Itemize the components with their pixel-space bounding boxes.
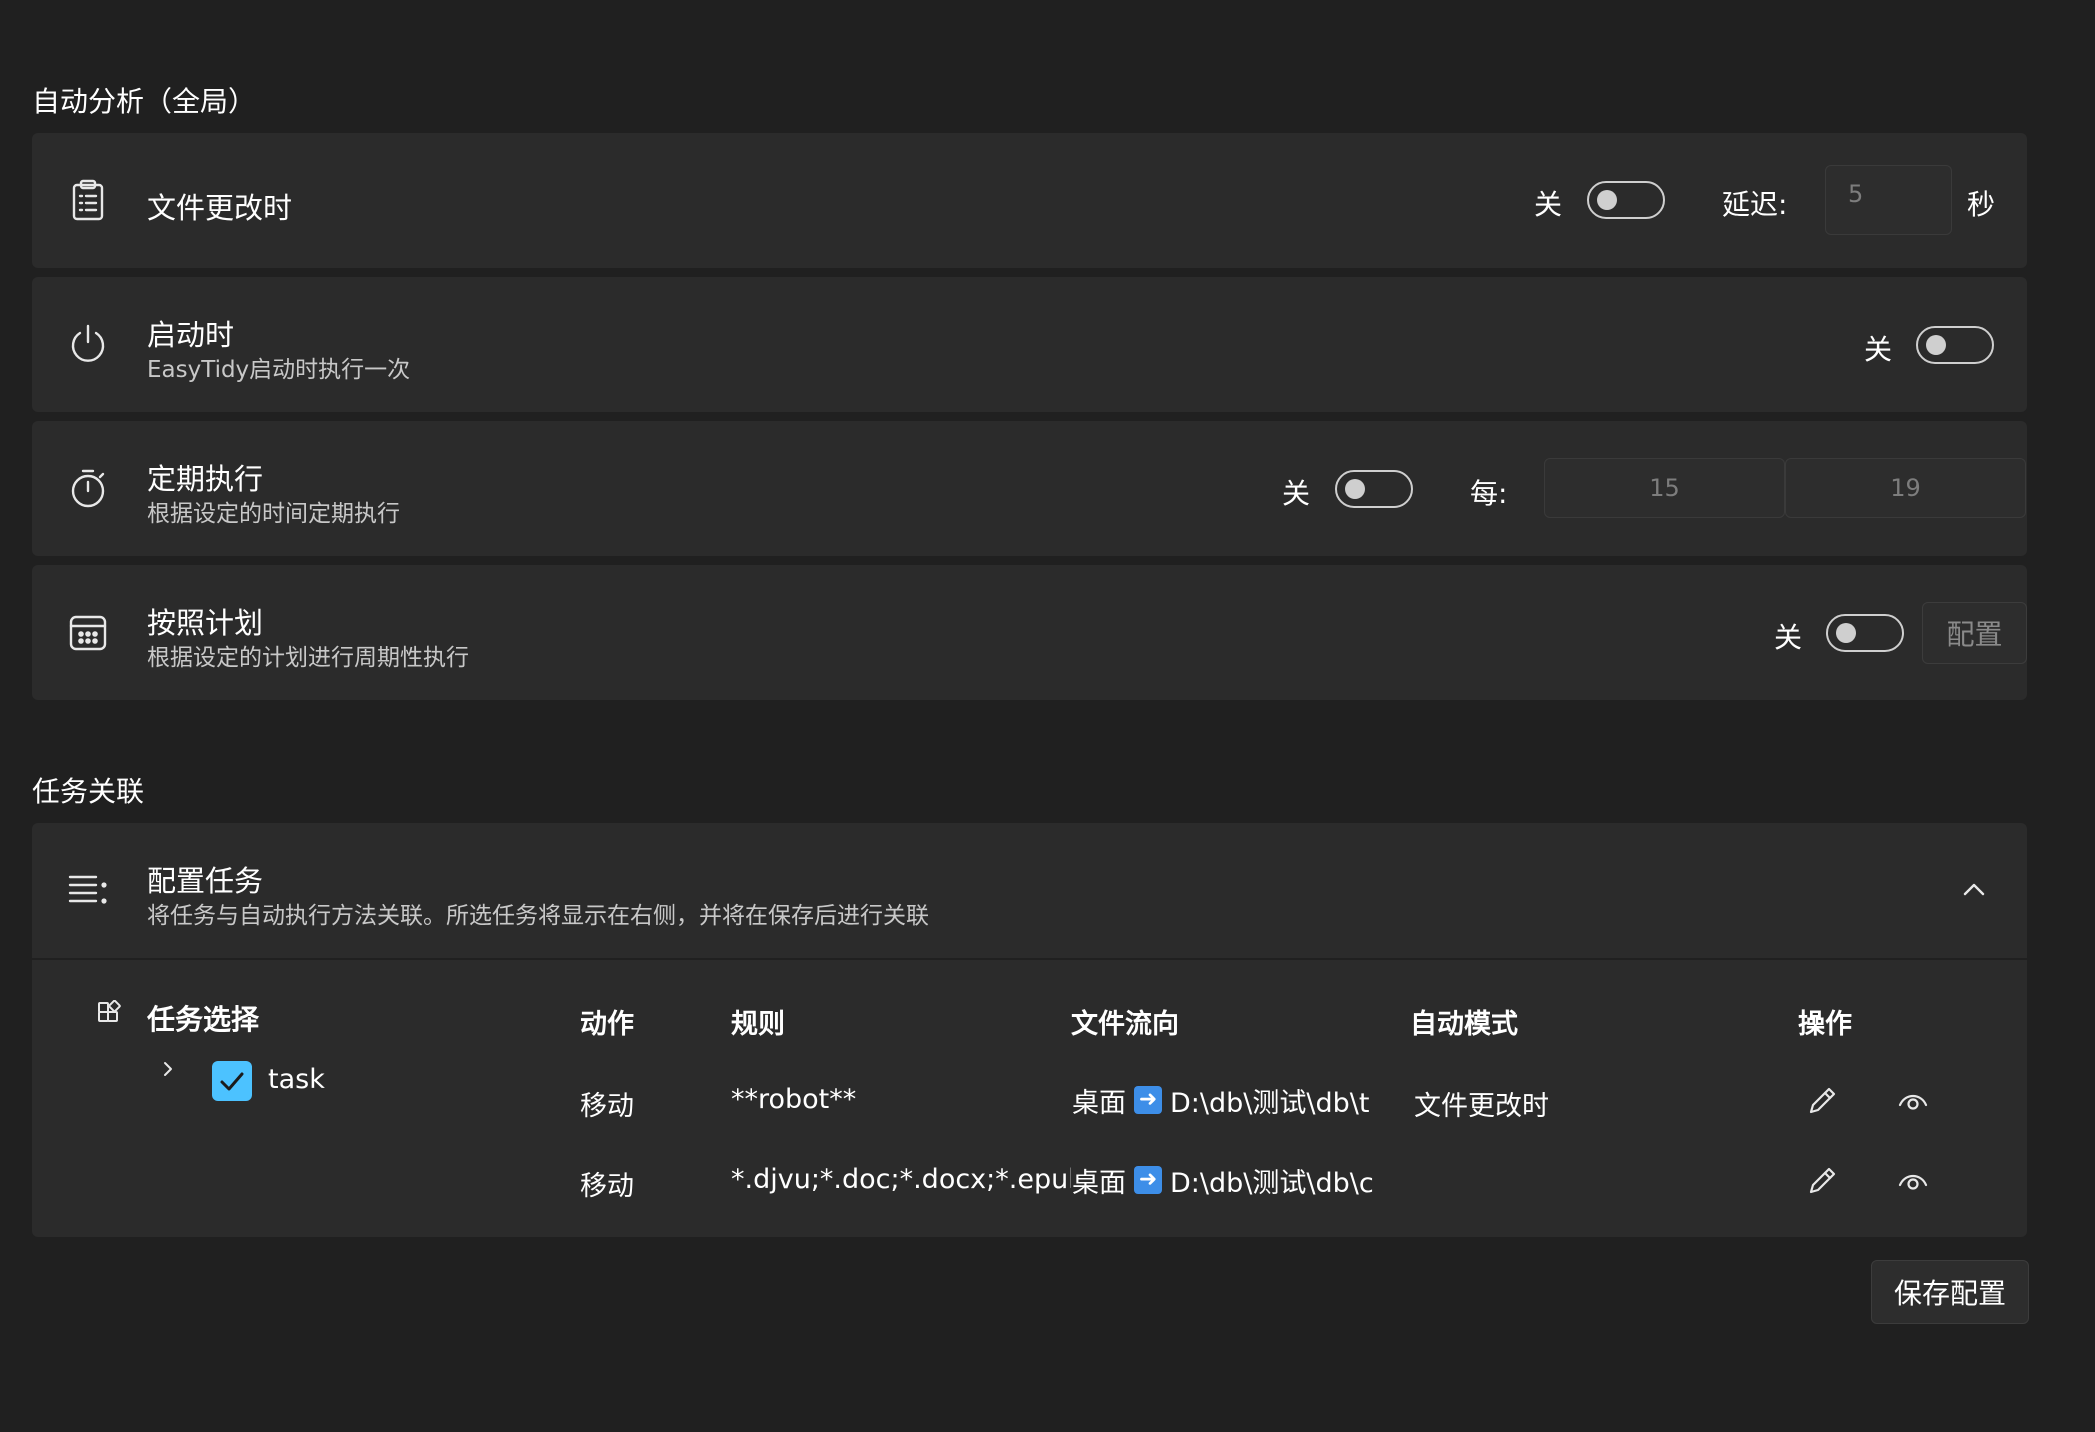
task-select-header: 任务选择	[147, 1003, 260, 1036]
file-change-title: 文件更改时	[147, 191, 293, 225]
period-input-2[interactable]: 19	[1785, 458, 2026, 518]
on-startup-toggle-state: 关	[1864, 333, 1893, 366]
row-2-action: 移动	[580, 1171, 634, 1202]
row-1-flow-to: D:\db\测试\db\t	[1170, 1087, 1370, 1119]
card-periodic: 定期执行 根据设定的时间定期执行 关 每: 15 19	[32, 421, 2027, 556]
schedule-title: 按照计划	[147, 606, 264, 640]
row-2-flow-to: D:\db\测试\db\c	[1170, 1167, 1374, 1199]
arrow-right-icon: ➜	[1134, 1086, 1162, 1114]
power-icon	[66, 322, 110, 366]
row-1-mode: 文件更改时	[1414, 1091, 1549, 1122]
stopwatch-icon	[66, 466, 110, 510]
edit-icon[interactable]	[1805, 1084, 1839, 1118]
eye-icon[interactable]	[1896, 1084, 1930, 1118]
periodic-subtitle: 根据设定的时间定期执行	[147, 501, 400, 527]
check-icon	[220, 1072, 244, 1091]
file-change-toggle[interactable]	[1587, 181, 1665, 219]
periodic-toggle[interactable]	[1335, 470, 1413, 508]
row-2-flow: 桌面 ➜ D:\db\测试\db\c	[1072, 1160, 1412, 1200]
chevron-right-icon[interactable]	[159, 1060, 177, 1078]
every-label: 每:	[1470, 477, 1508, 510]
arrow-right-icon: ➜	[1134, 1166, 1162, 1194]
periodic-toggle-state: 关	[1282, 477, 1311, 510]
col-header-flow: 文件流向	[1071, 1009, 1179, 1040]
card-config-task[interactable]: 配置任务 将任务与自动执行方法关联。所选任务将显示在右侧，并将在保存后进行关联	[32, 823, 2027, 958]
delay-label: 延迟:	[1722, 188, 1788, 221]
list-icon	[66, 868, 110, 912]
col-header-ops: 操作	[1798, 1009, 1852, 1040]
schedule-configure-button[interactable]: 配置	[1922, 602, 2027, 664]
config-task-title: 配置任务	[147, 864, 264, 898]
delay-input[interactable]: 5	[1825, 165, 1952, 235]
on-startup-toggle[interactable]	[1916, 326, 1994, 364]
col-header-action: 动作	[580, 1009, 634, 1040]
section-title-auto-analysis: 自动分析（全局）	[32, 85, 257, 118]
row-1-rule: **robot**	[731, 1084, 857, 1115]
schedule-toggle[interactable]	[1826, 614, 1904, 652]
task-checkbox[interactable]	[212, 1061, 252, 1101]
file-change-toggle-state: 关	[1534, 188, 1563, 221]
schedule-toggle-state: 关	[1774, 621, 1803, 654]
period-input-1[interactable]: 15	[1544, 458, 1785, 518]
row-2-rule: *.djvu;*.doc;*.docx;*.epub	[731, 1164, 1071, 1195]
col-header-mode: 自动模式	[1410, 1009, 1518, 1040]
clipboard-icon	[66, 178, 110, 222]
section-title-task-link: 任务关联	[32, 775, 145, 808]
delay-unit: 秒	[1967, 188, 1996, 221]
card-schedule: 按照计划 根据设定的计划进行周期性执行 关 配置	[32, 565, 2027, 700]
on-startup-subtitle: EasyTidy启动时执行一次	[147, 357, 411, 383]
row-2-flow-from: 桌面	[1072, 1167, 1126, 1199]
periodic-title: 定期执行	[147, 462, 264, 496]
config-task-subtitle: 将任务与自动执行方法关联。所选任务将显示在右侧，并将在保存后进行关联	[147, 903, 929, 929]
row-1-action: 移动	[580, 1091, 634, 1122]
edit-icon[interactable]	[1805, 1164, 1839, 1198]
apps-icon	[96, 999, 124, 1028]
chevron-up-icon[interactable]	[1962, 878, 1986, 902]
row-1-flow: 桌面 ➜ D:\db\测试\db\t	[1072, 1080, 1412, 1120]
col-header-rule: 规则	[731, 1009, 785, 1040]
schedule-subtitle: 根据设定的计划进行周期性执行	[147, 645, 469, 671]
task-panel: 任务选择 task 动作 规则 文件流向 自动模式 操作 移动 **robot*…	[32, 960, 2027, 1237]
save-config-button[interactable]: 保存配置	[1871, 1260, 2029, 1324]
task-item-label[interactable]: task	[268, 1064, 325, 1095]
card-on-startup: 启动时 EasyTidy启动时执行一次 关	[32, 277, 2027, 412]
eye-icon[interactable]	[1896, 1164, 1930, 1198]
calendar-icon	[66, 610, 110, 654]
row-1-flow-from: 桌面	[1072, 1087, 1126, 1119]
card-file-change: 文件更改时 关 延迟: 5 秒	[32, 133, 2027, 268]
on-startup-title: 启动时	[147, 318, 235, 352]
